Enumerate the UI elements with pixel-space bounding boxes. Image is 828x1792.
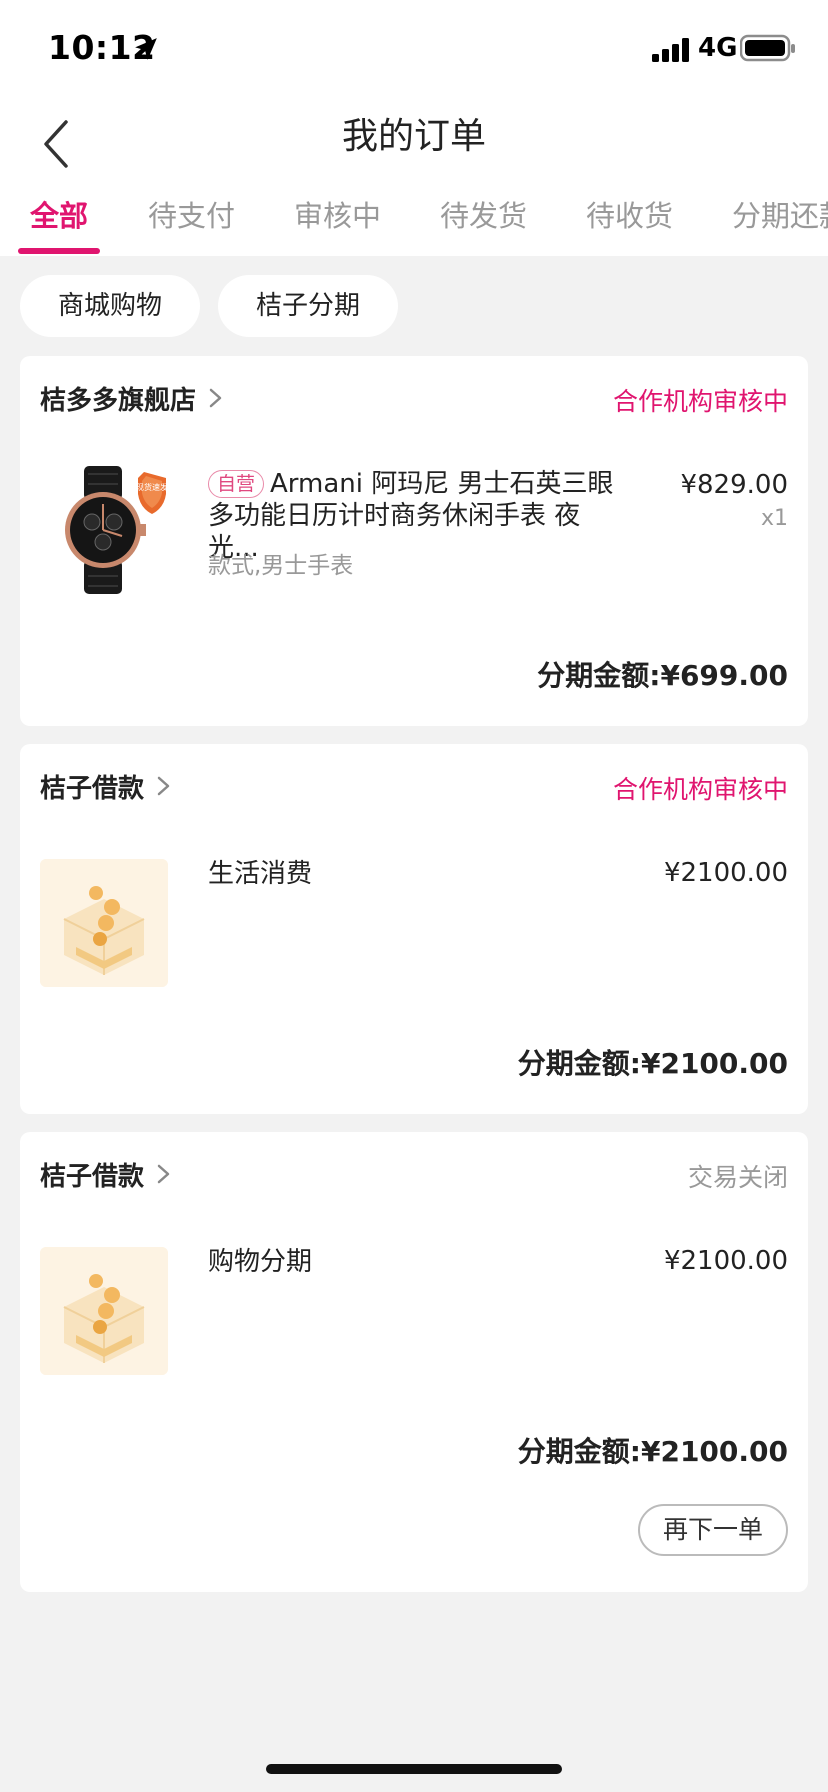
self-operated-tag: 自营 (208, 470, 265, 498)
home-indicator[interactable] (266, 1764, 562, 1774)
shop-name: 桔多多旗舰店 (40, 385, 197, 416)
coin-box-icon[interactable] (40, 1247, 168, 1375)
promo-badge-label: 现货速发 (136, 482, 168, 492)
tab-installment-repayment[interactable]: 分期还款 (732, 198, 828, 256)
shop-link[interactable]: 桔多多旗舰店 (40, 378, 224, 418)
watch-product-image[interactable]: 现货速发 (40, 466, 168, 594)
shop-link[interactable]: 桔子借款 (40, 1154, 172, 1194)
tab-pending-receipt[interactable]: 待收货 (586, 198, 673, 256)
filter-mall-shopping[interactable]: 商城购物 (20, 275, 200, 337)
product-title[interactable]: 购物分期 (208, 1246, 628, 1278)
tab-pending-payment[interactable]: 待支付 (148, 198, 235, 256)
app-root: 10:12 4G 我的订单 全部 待支付 审核中 待发货 待收货 分期还款 (0, 0, 828, 1792)
cellular-signal-icon (652, 38, 689, 62)
order-status: 交易关闭 (687, 1163, 788, 1192)
installment-amount: 分期金额:¥2100.00 (517, 1047, 788, 1080)
shop-link[interactable]: 桔子借款 (40, 766, 172, 806)
active-tab-indicator (18, 248, 100, 254)
installment-amount: 分期金额:¥2100.00 (517, 1435, 788, 1468)
page-title: 我的订单 (341, 116, 486, 157)
battery-icon (740, 34, 795, 62)
order-card[interactable]: 桔子借款 交易关闭 购物分期 ¥2100.00 分期金额:¥2100.00 再下… (20, 1132, 808, 1592)
order-card[interactable]: 桔多多旗舰店 合作机构审核中 现货速发 自营 Armani 阿玛尼 男士石英三眼… (20, 356, 808, 726)
chevron-right-icon (157, 1164, 170, 1184)
shop-name: 桔子借款 (40, 1161, 145, 1192)
product-price: ¥2100.00 (663, 858, 788, 888)
reorder-button[interactable]: 再下一单 (638, 1504, 788, 1556)
chevron-right-icon (209, 388, 222, 408)
order-card[interactable]: 桔子借款 合作机构审核中 生活消费 ¥2100.00 分期金额:¥2100.00 (20, 744, 808, 1114)
tab-under-review[interactable]: 审核中 (294, 198, 381, 256)
status-bar: 10:12 4G (0, 0, 828, 98)
order-status: 合作机构审核中 (612, 387, 788, 416)
filter-juzi-installment[interactable]: 桔子分期 (218, 275, 398, 337)
network-type: 4G (698, 33, 738, 63)
tab-pending-shipment[interactable]: 待发货 (440, 198, 527, 256)
product-spec: 款式,男士手表 (208, 553, 354, 579)
shop-name: 桔子借款 (40, 773, 145, 804)
order-tabs: 全部 待支付 审核中 待发货 待收货 分期还款 (0, 198, 828, 256)
chevron-right-icon (157, 776, 170, 796)
coin-box-icon[interactable] (40, 859, 168, 987)
order-status: 合作机构审核中 (612, 775, 788, 804)
product-price: ¥829.00 (680, 470, 788, 500)
product-price: ¥2100.00 (663, 1246, 788, 1276)
location-arrow-icon (135, 38, 157, 60)
product-title[interactable]: 生活消费 (208, 858, 628, 890)
nav-bar: 我的订单 (0, 98, 828, 198)
installment-amount: 分期金额:¥699.00 (537, 659, 788, 692)
product-quantity: x1 (760, 506, 788, 531)
